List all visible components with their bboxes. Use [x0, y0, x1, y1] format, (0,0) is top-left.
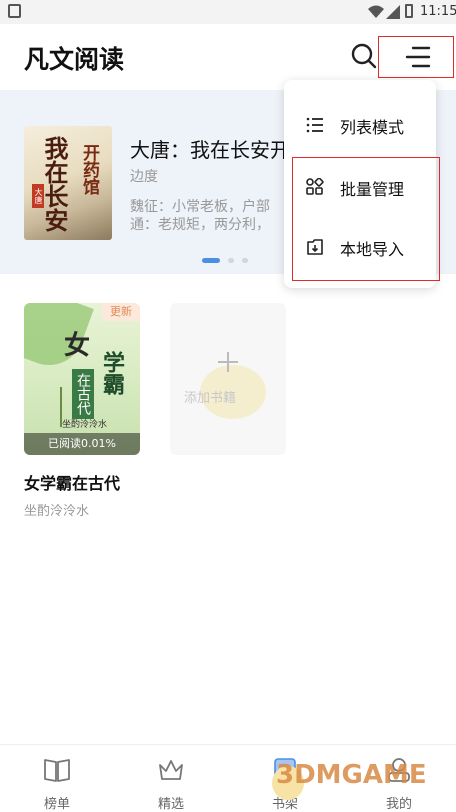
- status-time: 11:15: [420, 4, 456, 19]
- reading-progress: 已阅读0.01%: [24, 433, 140, 455]
- carousel-dot: [242, 258, 249, 263]
- carousel-dot: [228, 258, 235, 263]
- app-header: 凡文阅读: [0, 24, 456, 86]
- banner-book-description: 魏征：小常老板，户部通：老规矩，两分利，: [130, 199, 270, 233]
- add-book-watermark: 添加书籍: [184, 391, 237, 406]
- cover-title: 学霸: [99, 351, 125, 395]
- tab-label: 我的: [385, 797, 412, 812]
- app-title: 凡文阅读: [24, 45, 125, 74]
- cover-author: 坐酌泠泠水: [62, 420, 108, 430]
- menu-item-label: 列表模式: [340, 118, 405, 137]
- update-badge: 更新: [102, 303, 140, 321]
- book-author: 坐酌泠泠水: [24, 504, 90, 519]
- banner-book-author: 边度: [130, 169, 158, 185]
- search-icon[interactable]: [350, 42, 378, 70]
- plus-icon: [227, 352, 229, 372]
- menu-item-list-mode[interactable]: 列表模式: [284, 96, 436, 152]
- tab-label: 精选: [157, 797, 184, 812]
- carousel-indicator: [202, 250, 251, 269]
- notification-icon: [8, 4, 21, 18]
- banner-book-cover[interactable]: 我在长安 开药馆 大唐: [24, 126, 112, 240]
- menu-icon: [405, 46, 431, 68]
- cover-subtitle: 在古代: [72, 369, 94, 419]
- book-open-icon: [44, 759, 70, 782]
- tab-label: 榜单: [43, 797, 70, 812]
- watermark-text: 3DMGAME: [276, 760, 427, 790]
- cover-subtitle: 开药馆: [79, 144, 99, 195]
- cover-title: 我在长安: [40, 136, 69, 232]
- list-icon: [306, 117, 323, 133]
- banner-book-title[interactable]: 大唐：我在长安开: [130, 134, 292, 163]
- add-book-card[interactable]: 添加书籍: [170, 303, 286, 455]
- wifi-icon: [368, 5, 384, 18]
- battery-icon: [405, 4, 413, 18]
- tab-rankings[interactable]: 榜单: [0, 745, 114, 812]
- highlight-box: [292, 157, 440, 281]
- book-title[interactable]: 女学霸在古代: [24, 470, 120, 494]
- carousel-dot-active: [202, 258, 220, 263]
- status-bar: 11:15: [0, 0, 456, 24]
- tab-featured[interactable]: 精选: [114, 745, 228, 812]
- cover-title: 女: [64, 331, 91, 361]
- cover-seal: 大唐: [32, 184, 44, 208]
- menu-button[interactable]: [378, 36, 454, 78]
- crown-icon: [159, 760, 183, 780]
- signal-icon: [386, 5, 400, 19]
